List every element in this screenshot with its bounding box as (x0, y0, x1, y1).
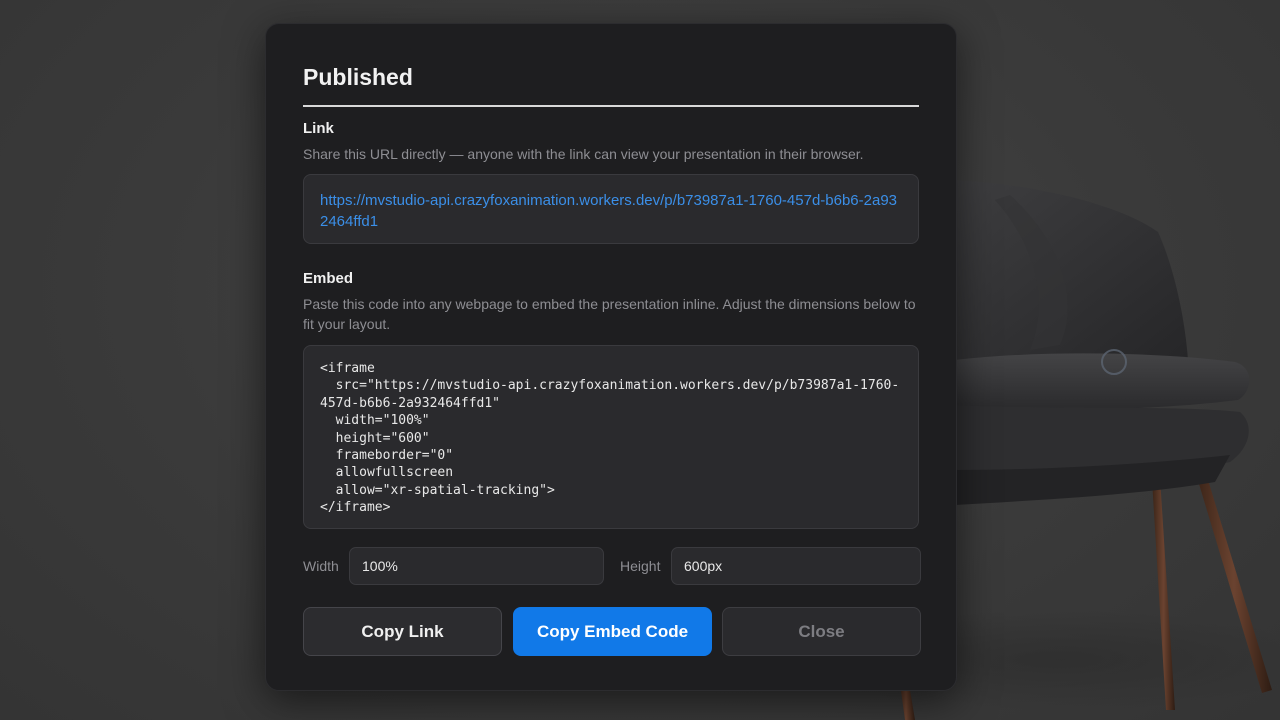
width-input[interactable] (349, 547, 604, 585)
height-label: Height (620, 558, 661, 574)
embed-section-label: Embed (303, 270, 354, 287)
copy-link-button[interactable]: Copy Link (303, 607, 502, 656)
published-dialog: Published Link Share this URL directly —… (265, 23, 957, 691)
dialog-actions: Copy Link Copy Embed Code Close (303, 607, 921, 656)
dialog-title: Published (303, 64, 413, 90)
close-button[interactable]: Close (722, 607, 921, 656)
viewer-backdrop: Published Link Share this URL directly —… (0, 0, 1280, 720)
share-url-field[interactable]: https://mvstudio-api.crazyfoxanimation.w… (303, 174, 919, 244)
width-label: Width (303, 558, 339, 574)
embed-code-block[interactable]: <iframe src="https://mvstudio-api.crazyf… (303, 345, 919, 529)
height-input[interactable] (671, 547, 921, 585)
copy-embed-code-button[interactable]: Copy Embed Code (513, 607, 712, 656)
dimensions-row: Width Height (303, 547, 921, 585)
link-section-label: Link (303, 120, 334, 137)
title-divider (303, 105, 919, 107)
embed-section-description: Paste this code into any webpage to embe… (303, 296, 916, 332)
link-section-description: Share this URL directly — anyone with th… (303, 146, 864, 162)
